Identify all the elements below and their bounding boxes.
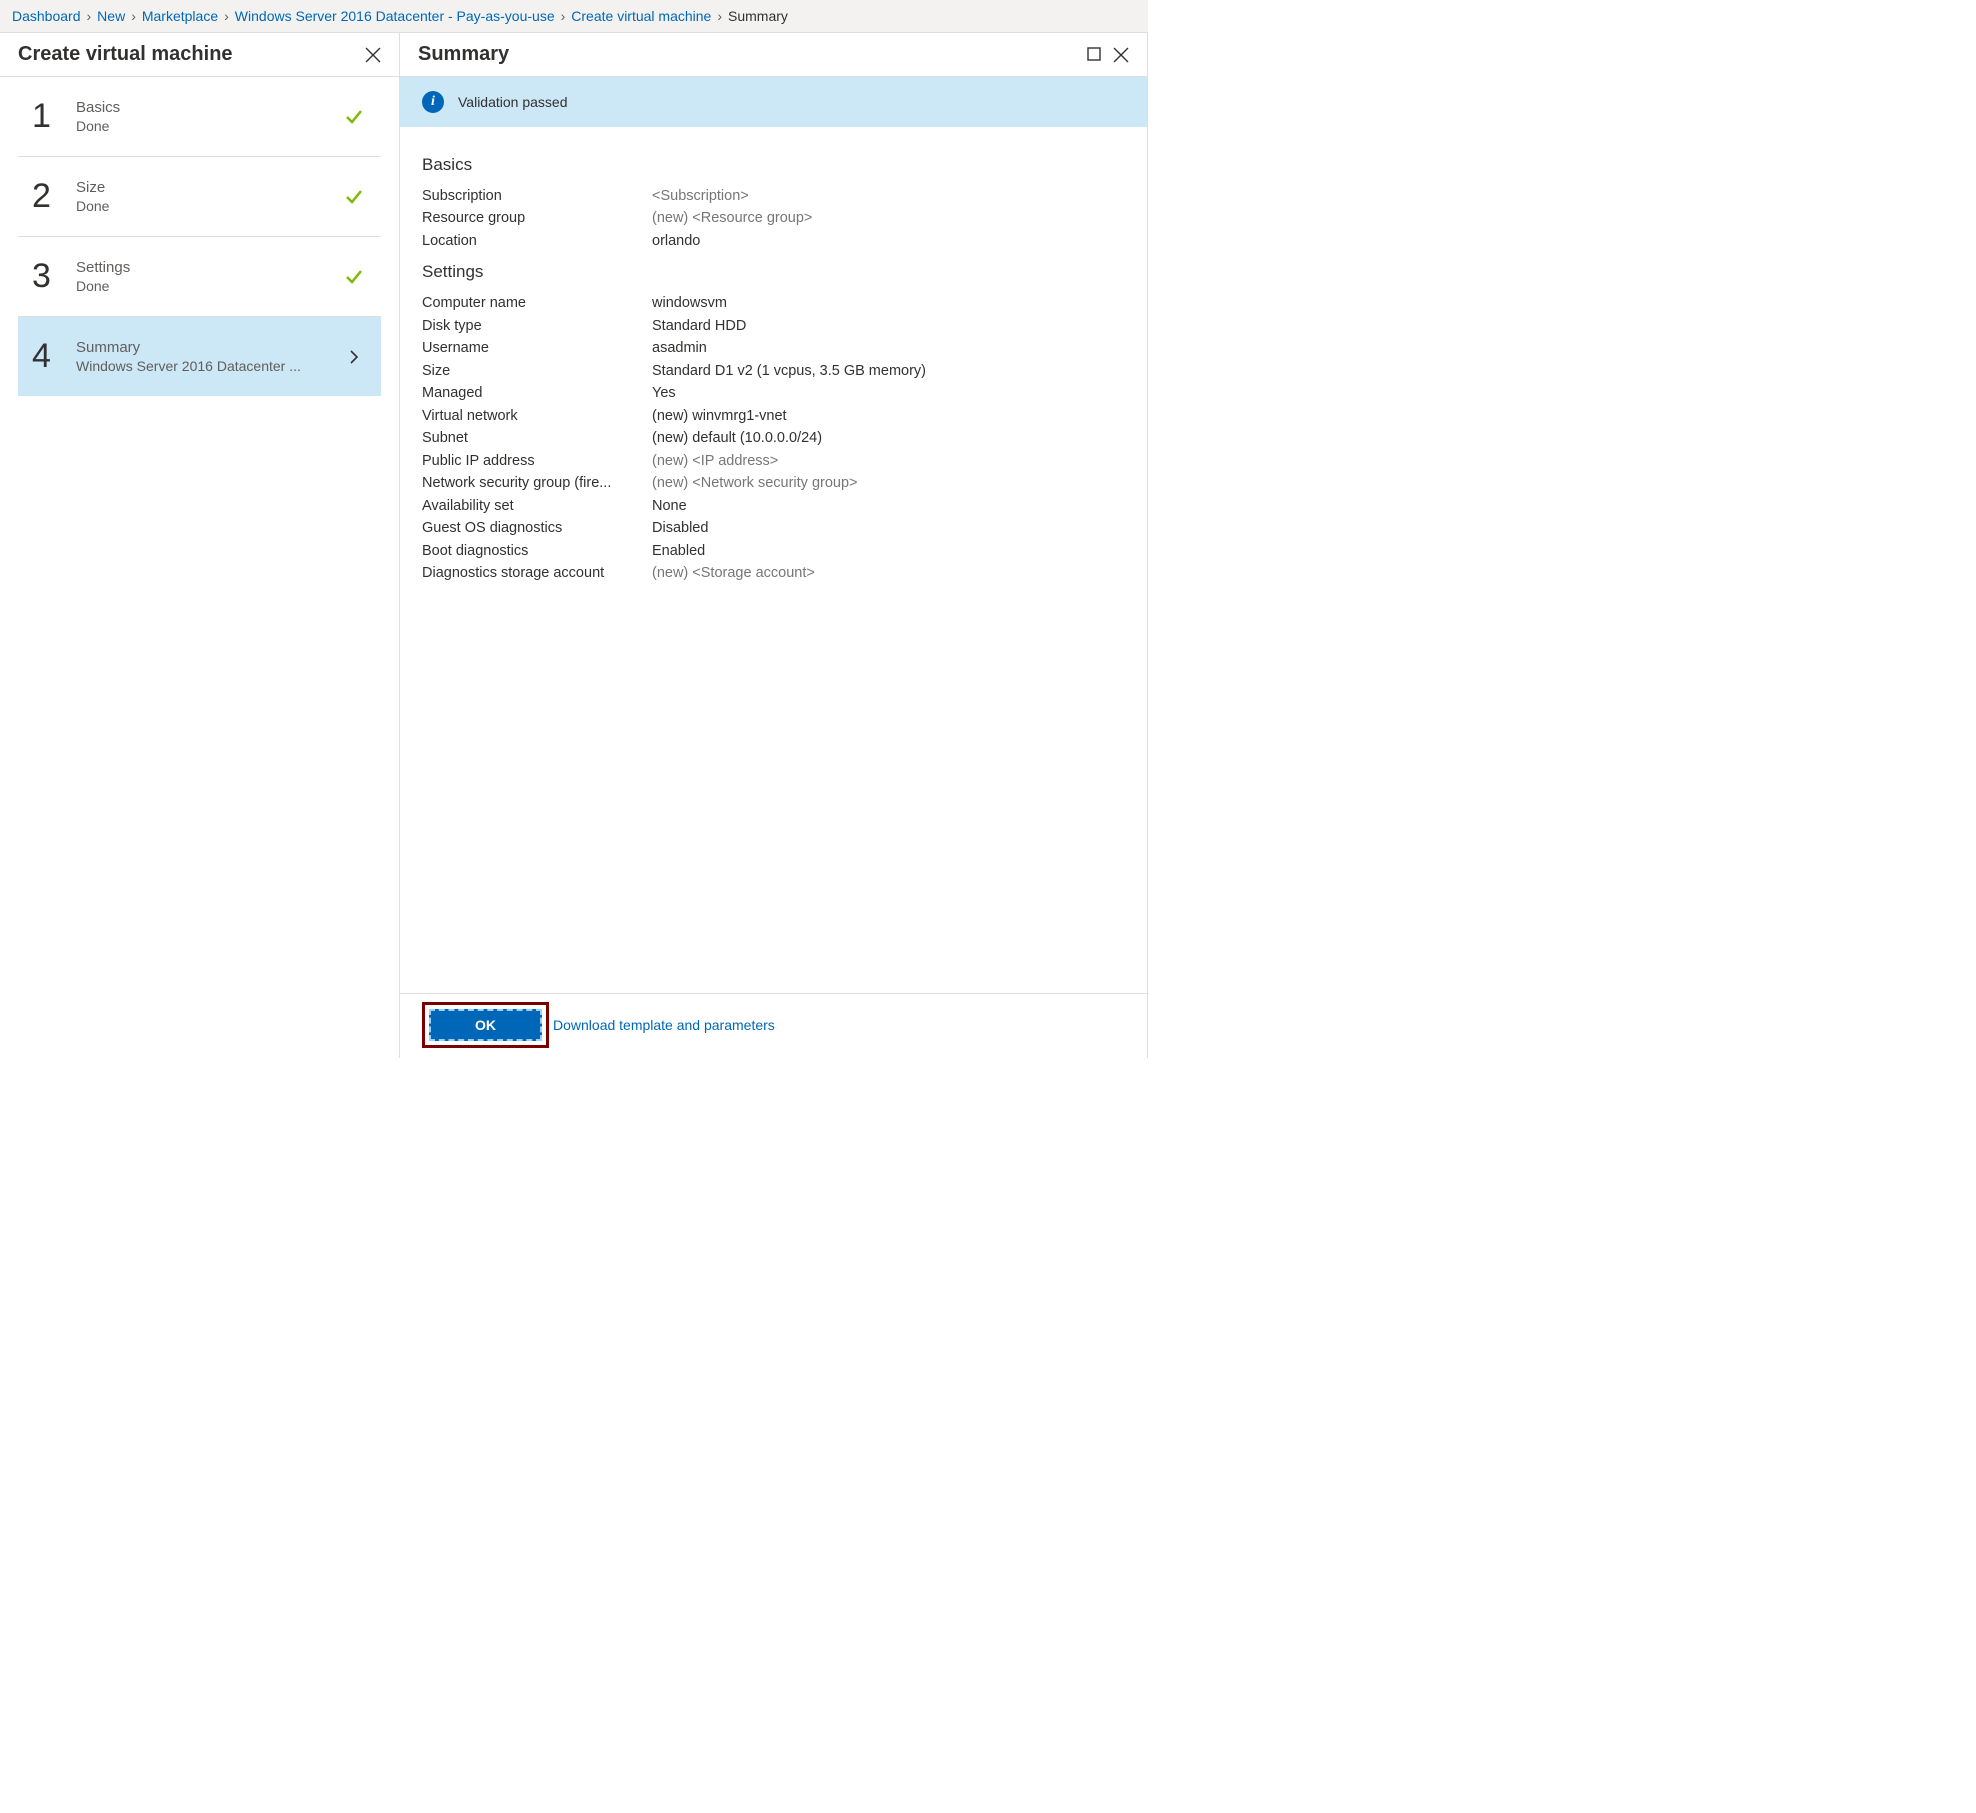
step-title: Basics bbox=[76, 99, 341, 116]
step-subtitle: Done bbox=[76, 278, 341, 294]
right-pane-title: Summary bbox=[418, 43, 509, 66]
summary-value: (new) winvmrg1-vnet bbox=[652, 405, 787, 427]
summary-content: Basics Subscription<Subscription>Resource… bbox=[400, 127, 1147, 993]
summary-row: Public IP address(new) <IP address> bbox=[422, 450, 1125, 472]
summary-row: SizeStandard D1 v2 (1 vcpus, 3.5 GB memo… bbox=[422, 360, 1125, 382]
step-title: Size bbox=[76, 179, 341, 196]
section-title: Basics bbox=[422, 155, 1125, 175]
step-number: 1 bbox=[32, 97, 76, 136]
summary-value: (new) default (10.0.0.0/24) bbox=[652, 427, 822, 449]
breadcrumb-dashboard[interactable]: Dashboard bbox=[12, 8, 81, 24]
summary-value: Enabled bbox=[652, 540, 705, 562]
summary-label: Diagnostics storage account bbox=[422, 562, 652, 584]
summary-value: Standard D1 v2 (1 vcpus, 3.5 GB memory) bbox=[652, 360, 926, 382]
summary-label: Managed bbox=[422, 382, 652, 404]
step-subtitle: Done bbox=[76, 118, 341, 134]
summary-value: orlando bbox=[652, 230, 700, 252]
step-title: Summary bbox=[76, 339, 341, 356]
summary-row: Disk typeStandard HDD bbox=[422, 315, 1125, 337]
summary-row: Guest OS diagnosticsDisabled bbox=[422, 517, 1125, 539]
step-subtitle: Done bbox=[76, 198, 341, 214]
close-icon[interactable] bbox=[1113, 47, 1129, 63]
summary-label: Username bbox=[422, 337, 652, 359]
summary-value: windowsvm bbox=[652, 292, 727, 314]
summary-label: Resource group bbox=[422, 207, 652, 229]
summary-value: (new) <Network security group> bbox=[652, 472, 858, 494]
summary-label: Subscription bbox=[422, 185, 652, 207]
step-size[interactable]: 2 Size Done bbox=[18, 157, 381, 237]
summary-row: Computer namewindowsvm bbox=[422, 292, 1125, 314]
footer: OK Download template and parameters bbox=[400, 993, 1147, 1058]
summary-row: Usernameasadmin bbox=[422, 337, 1125, 359]
summary-label: Network security group (fire... bbox=[422, 472, 652, 494]
chevron-right-icon: › bbox=[717, 8, 722, 24]
ok-button[interactable]: OK bbox=[429, 1009, 542, 1041]
chevron-right-icon: › bbox=[131, 8, 136, 24]
step-number: 4 bbox=[32, 337, 76, 376]
validation-banner: i Validation passed bbox=[400, 77, 1147, 127]
summary-value: (new) <Storage account> bbox=[652, 562, 815, 584]
step-subtitle: Windows Server 2016 Datacenter ... bbox=[76, 358, 341, 374]
breadcrumb-marketplace[interactable]: Marketplace bbox=[142, 8, 218, 24]
summary-label: Public IP address bbox=[422, 450, 652, 472]
summary-label: Size bbox=[422, 360, 652, 382]
breadcrumb-current: Summary bbox=[728, 8, 788, 24]
summary-value: Disabled bbox=[652, 517, 708, 539]
summary-row: Subnet(new) default (10.0.0.0/24) bbox=[422, 427, 1125, 449]
summary-value: Yes bbox=[652, 382, 676, 404]
breadcrumb-product[interactable]: Windows Server 2016 Datacenter - Pay-as-… bbox=[235, 8, 555, 24]
summary-value: Standard HDD bbox=[652, 315, 746, 337]
summary-label: Disk type bbox=[422, 315, 652, 337]
step-number: 3 bbox=[32, 257, 76, 296]
summary-row: Virtual network(new) winvmrg1-vnet bbox=[422, 405, 1125, 427]
info-icon: i bbox=[422, 91, 444, 113]
breadcrumb-new[interactable]: New bbox=[97, 8, 125, 24]
summary-label: Availability set bbox=[422, 495, 652, 517]
summary-row: Locationorlando bbox=[422, 230, 1125, 252]
summary-label: Subnet bbox=[422, 427, 652, 449]
summary-row: Subscription<Subscription> bbox=[422, 185, 1125, 207]
section-title: Settings bbox=[422, 262, 1125, 282]
ok-highlight: OK bbox=[422, 1002, 549, 1048]
download-template-link[interactable]: Download template and parameters bbox=[553, 1017, 775, 1033]
summary-row: Availability setNone bbox=[422, 495, 1125, 517]
summary-label: Computer name bbox=[422, 292, 652, 314]
chevron-right-icon bbox=[341, 350, 367, 364]
maximize-icon[interactable] bbox=[1087, 47, 1101, 63]
validation-text: Validation passed bbox=[458, 94, 567, 110]
close-icon[interactable] bbox=[365, 47, 381, 63]
breadcrumb-create-vm[interactable]: Create virtual machine bbox=[571, 8, 711, 24]
summary-value: <Subscription> bbox=[652, 185, 749, 207]
left-pane-title: Create virtual machine bbox=[18, 43, 233, 66]
step-settings[interactable]: 3 Settings Done bbox=[18, 237, 381, 317]
step-number: 2 bbox=[32, 177, 76, 216]
summary-label: Virtual network bbox=[422, 405, 652, 427]
summary-value: asadmin bbox=[652, 337, 707, 359]
summary-label: Location bbox=[422, 230, 652, 252]
breadcrumb: Dashboard › New › Marketplace › Windows … bbox=[0, 0, 1148, 33]
summary-row: Boot diagnosticsEnabled bbox=[422, 540, 1125, 562]
step-summary[interactable]: 4 Summary Windows Server 2016 Datacenter… bbox=[18, 317, 381, 396]
summary-row: Diagnostics storage account(new) <Storag… bbox=[422, 562, 1125, 584]
summary-value: None bbox=[652, 495, 687, 517]
summary-value: (new) <IP address> bbox=[652, 450, 778, 472]
summary-pane: Summary i Validation passed Basics Subscr… bbox=[400, 33, 1148, 1058]
summary-row: Network security group (fire...(new) <Ne… bbox=[422, 472, 1125, 494]
summary-label: Guest OS diagnostics bbox=[422, 517, 652, 539]
check-icon bbox=[341, 187, 367, 207]
summary-label: Boot diagnostics bbox=[422, 540, 652, 562]
chevron-right-icon: › bbox=[87, 8, 92, 24]
check-icon bbox=[341, 267, 367, 287]
step-title: Settings bbox=[76, 259, 341, 276]
summary-row: Resource group(new) <Resource group> bbox=[422, 207, 1125, 229]
chevron-right-icon: › bbox=[561, 8, 566, 24]
chevron-right-icon: › bbox=[224, 8, 229, 24]
check-icon bbox=[341, 107, 367, 127]
summary-row: ManagedYes bbox=[422, 382, 1125, 404]
step-basics[interactable]: 1 Basics Done bbox=[18, 77, 381, 157]
wizard-steps-pane: Create virtual machine 1 Basics Done 2 S… bbox=[0, 33, 400, 1058]
summary-value: (new) <Resource group> bbox=[652, 207, 812, 229]
